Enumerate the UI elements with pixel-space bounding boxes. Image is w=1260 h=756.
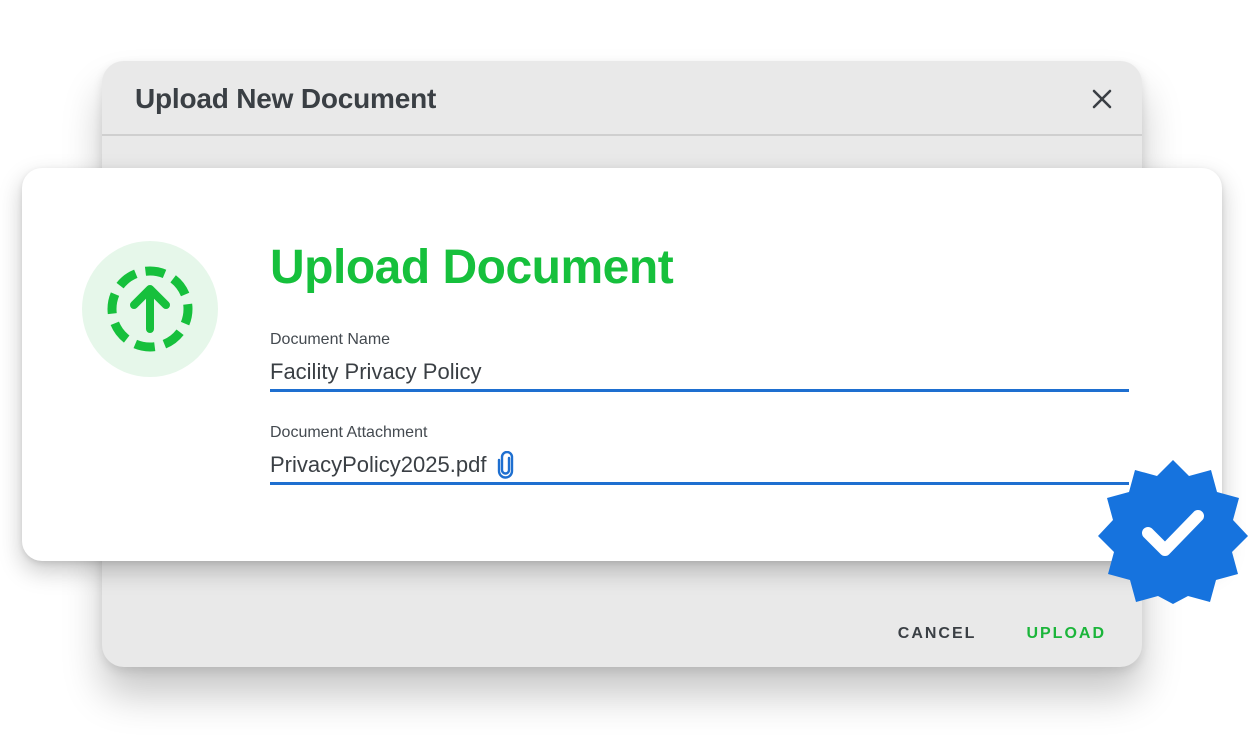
document-name-label: Document Name bbox=[270, 331, 391, 348]
verified-check-icon bbox=[1098, 458, 1248, 604]
upload-card: Upload Document Document Name Document A… bbox=[22, 168, 1222, 561]
card-title: Upload Document bbox=[270, 241, 674, 294]
dialog-actions: CANCEL UPLOAD bbox=[898, 625, 1106, 643]
stage: Upload New Document CANCEL UPLOAD Upload… bbox=[0, 0, 1260, 756]
cancel-button[interactable]: CANCEL bbox=[898, 625, 977, 643]
document-name-input[interactable] bbox=[270, 359, 1129, 385]
document-name-field: Document Name bbox=[270, 331, 1129, 392]
dialog-header: Upload New Document bbox=[102, 61, 1142, 136]
close-icon[interactable] bbox=[1086, 83, 1118, 115]
document-name-input-row bbox=[270, 355, 1129, 392]
upload-button[interactable]: UPLOAD bbox=[1026, 625, 1106, 643]
document-attachment-filename: PrivacyPolicy2025.pdf bbox=[270, 452, 487, 477]
document-attachment-input-row[interactable]: PrivacyPolicy2025.pdf bbox=[270, 448, 1129, 485]
upload-arrow-icon bbox=[82, 241, 218, 377]
document-attachment-field: Document Attachment PrivacyPolicy2025.pd… bbox=[270, 424, 1129, 485]
dialog-title: Upload New Document bbox=[135, 83, 437, 114]
document-attachment-label: Document Attachment bbox=[270, 424, 428, 441]
paperclip-icon[interactable] bbox=[496, 450, 516, 479]
